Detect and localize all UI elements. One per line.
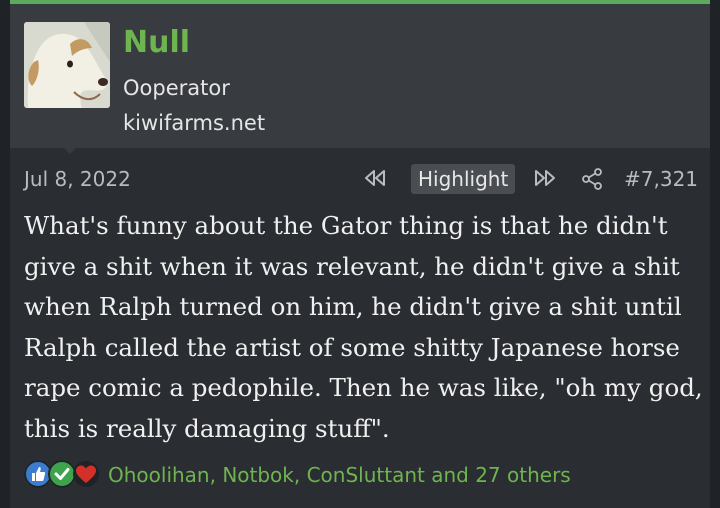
post-date[interactable]: Jul 8, 2022 bbox=[24, 167, 131, 191]
avatar[interactable] bbox=[24, 22, 110, 108]
heart-icon bbox=[72, 460, 100, 488]
user-block: Null Ooperator kiwifarms.net bbox=[10, 4, 710, 148]
post-number-link[interactable]: #7,321 bbox=[624, 167, 698, 191]
post-meta: Jul 8, 2022 Highlight #7,321 bbox=[10, 162, 710, 198]
user-banner: kiwifarms.net bbox=[123, 111, 266, 135]
share-icon[interactable] bbox=[580, 167, 604, 196]
previous-highlight-icon[interactable] bbox=[362, 167, 388, 194]
reaction-summary-link[interactable]: Ohoolihan, Notbok, ConSluttant and 27 ot… bbox=[108, 463, 571, 487]
post: Null Ooperator kiwifarms.net Jul 8, 2022… bbox=[10, 0, 710, 508]
highlight-button[interactable]: Highlight bbox=[411, 164, 516, 194]
user-block-arrow bbox=[60, 144, 80, 154]
next-highlight-icon[interactable] bbox=[532, 167, 558, 194]
user-title: Ooperator bbox=[123, 76, 230, 100]
dog-avatar-image bbox=[24, 22, 110, 108]
post-body: What's funny about the Gator thing is th… bbox=[24, 211, 703, 443]
username[interactable]: Null bbox=[123, 26, 190, 60]
